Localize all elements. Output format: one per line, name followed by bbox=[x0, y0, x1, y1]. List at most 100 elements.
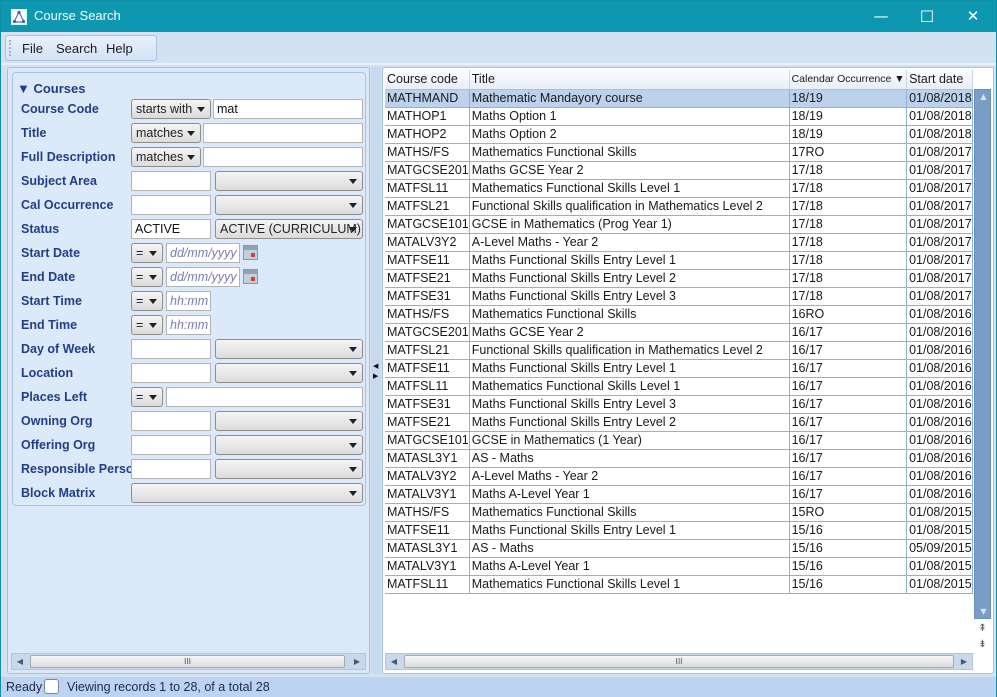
offering-org-select[interactable] bbox=[215, 435, 363, 455]
table-row[interactable]: MATGCSE101 GCSE in Mathematics (1 Year) 16… bbox=[385, 431, 973, 450]
table-row[interactable]: MATFSL11 Mathematics Functional Skills Le… bbox=[385, 377, 973, 396]
column-header-calendar-occurrence[interactable]: Calendar Occurrence ▼ bbox=[789, 70, 908, 90]
offering-org-code-input[interactable] bbox=[131, 435, 211, 455]
table-row[interactable]: MATGCSE201 Maths GCSE Year 2 17/18 01/08/20… bbox=[385, 161, 973, 180]
menu-file[interactable]: File bbox=[22, 41, 43, 56]
close-button[interactable]: ✕ bbox=[950, 1, 996, 32]
maximize-button[interactable]: ☐ bbox=[904, 1, 950, 32]
table-row[interactable]: MATFSE11 Maths Functional Skills Entry Le… bbox=[385, 251, 973, 270]
table-row[interactable]: MATHS/FS Mathematics Functional Skills 17R… bbox=[385, 143, 973, 162]
table-row[interactable]: MATALV3Y1 Maths A-Level Year 1 16/17 01/08/… bbox=[385, 485, 973, 504]
results-horizontal-scrollbar[interactable]: ◀ III ▶ bbox=[385, 653, 973, 670]
title-label: Title bbox=[21, 126, 47, 140]
places-left-input[interactable] bbox=[166, 387, 363, 407]
calendar-icon[interactable] bbox=[243, 245, 258, 260]
full-description-input[interactable] bbox=[203, 147, 363, 167]
location-select[interactable] bbox=[215, 363, 363, 383]
cell-title: Mathematics Functional Skills Level 1 bbox=[469, 179, 790, 198]
table-row[interactable]: MATFSE21 Maths Functional Skills Entry Le… bbox=[385, 413, 973, 432]
cell-course-code: MATFSE31 bbox=[385, 395, 470, 414]
course-code-operator-select[interactable]: starts with bbox=[131, 99, 211, 119]
start-date-operator-select[interactable]: = bbox=[131, 243, 163, 263]
scroll-down-icon[interactable]: ▼ bbox=[975, 607, 992, 616]
title-bar: Course Search — ☐ ✕ bbox=[1, 1, 996, 32]
scrollbar-thumb[interactable]: III bbox=[30, 655, 345, 668]
end-time-operator-select[interactable]: = bbox=[131, 315, 163, 335]
location-code-input[interactable] bbox=[131, 363, 211, 383]
day-of-week-code-input[interactable] bbox=[131, 339, 211, 359]
scrollbar-thumb[interactable]: III bbox=[404, 655, 954, 668]
places-left-operator-select[interactable]: = bbox=[131, 387, 163, 407]
scroll-right-icon[interactable]: ▶ bbox=[956, 654, 972, 669]
courses-group-toggle[interactable]: ▼ Courses bbox=[17, 81, 86, 96]
results-vertical-scrollbar[interactable]: ▲ ▼ ⇞ ⇟ bbox=[974, 70, 991, 654]
day-of-week-select[interactable] bbox=[215, 339, 363, 359]
table-row[interactable]: MATGCSE201 Maths GCSE Year 2 16/17 01/08/20… bbox=[385, 323, 973, 342]
expand-right-icon[interactable]: ▶ bbox=[373, 372, 378, 380]
title-input[interactable] bbox=[203, 123, 363, 143]
scroll-left-icon[interactable]: ◀ bbox=[386, 654, 402, 669]
calendar-icon[interactable] bbox=[243, 269, 258, 284]
responsible-person-code-input[interactable] bbox=[131, 459, 211, 479]
table-row[interactable]: MATALV3Y2 A-Level Maths - Year 2 16/17 01/0… bbox=[385, 467, 973, 486]
column-header-title[interactable]: Title bbox=[469, 70, 790, 90]
table-row[interactable]: MATASL3Y1 AS - Maths 15/16 05/09/2015 bbox=[385, 539, 973, 558]
end-date-operator-select[interactable]: = bbox=[131, 267, 163, 287]
title-operator-select[interactable]: matches bbox=[131, 123, 201, 143]
table-row[interactable]: MATHOP1 Maths Option 1 18/19 01/08/2018 bbox=[385, 107, 973, 126]
table-row[interactable]: MATHOP2 Maths Option 2 18/19 01/08/2018 bbox=[385, 125, 973, 144]
panel-splitter[interactable]: ◀ ▶ bbox=[371, 67, 381, 674]
search-panel-horizontal-scrollbar[interactable]: ◀ III ▶ bbox=[11, 653, 366, 670]
column-header-start-date[interactable]: Start date bbox=[906, 70, 973, 90]
subject-area-select[interactable] bbox=[215, 171, 363, 191]
table-row[interactable]: MATFSE11 Maths Functional Skills Entry Le… bbox=[385, 521, 973, 540]
scroll-right-icon[interactable]: ▶ bbox=[349, 654, 365, 669]
table-row[interactable]: MATFSL21 Functional Skills qualification … bbox=[385, 197, 973, 216]
table-row[interactable]: MATFSL11 Mathematics Functional Skills Le… bbox=[385, 179, 973, 198]
start-time-placeholder: hh:mm bbox=[170, 294, 209, 308]
table-row[interactable]: MATFSE31 Maths Functional Skills Entry Le… bbox=[385, 395, 973, 414]
course-code-input[interactable]: mat bbox=[213, 99, 363, 119]
table-row[interactable]: MATASL3Y1 AS - Maths 16/17 01/08/2016 bbox=[385, 449, 973, 468]
table-row[interactable]: MATFSL11 Mathematics Functional Skills Le… bbox=[385, 575, 973, 594]
table-row[interactable]: MATFSL21 Functional Skills qualification … bbox=[385, 341, 973, 360]
table-row[interactable]: MATHMAND Mathematic Mandayory course 18/19… bbox=[385, 89, 973, 108]
column-header-course-code[interactable]: Course code bbox=[385, 70, 470, 90]
cal-occurrence-code-input[interactable] bbox=[131, 195, 211, 215]
table-row[interactable]: MATFSE31 Maths Functional Skills Entry Le… bbox=[385, 287, 973, 306]
filter-places-left: Places Left = bbox=[13, 387, 367, 409]
menu-help[interactable]: Help bbox=[106, 41, 133, 56]
start-date-input[interactable]: dd/mm/yyyy bbox=[166, 243, 240, 263]
responsible-person-select[interactable] bbox=[215, 459, 363, 479]
scroll-to-top-icon[interactable]: ⇞ bbox=[974, 622, 991, 636]
subject-area-code-input[interactable] bbox=[131, 171, 211, 191]
cell-calendar-occurrence: 16/17 bbox=[789, 467, 908, 486]
table-row[interactable]: MATHS/FS Mathematics Functional Skills 16R… bbox=[385, 305, 973, 324]
table-row[interactable]: MATFSE21 Maths Functional Skills Entry Le… bbox=[385, 269, 973, 288]
toolbar-grip[interactable] bbox=[9, 40, 11, 56]
table-row[interactable]: MATHS/FS Mathematics Functional Skills 15R… bbox=[385, 503, 973, 522]
scroll-to-bottom-icon[interactable]: ⇟ bbox=[974, 638, 991, 652]
table-row[interactable]: MATALV3Y1 Maths A-Level Year 1 15/16 01/08/… bbox=[385, 557, 973, 576]
status-checkbox[interactable] bbox=[44, 679, 59, 694]
menu-search[interactable]: Search bbox=[56, 41, 97, 56]
scroll-up-icon[interactable]: ▲ bbox=[975, 92, 992, 101]
cal-occurrence-select[interactable] bbox=[215, 195, 363, 215]
end-time-input[interactable]: hh:mm bbox=[166, 315, 211, 335]
start-time-operator-select[interactable]: = bbox=[131, 291, 163, 311]
full-description-operator-select[interactable]: matches bbox=[131, 147, 201, 167]
block-matrix-select[interactable] bbox=[131, 483, 363, 503]
minimize-button[interactable]: — bbox=[858, 1, 904, 32]
collapse-left-icon[interactable]: ◀ bbox=[373, 362, 378, 370]
status-code-input[interactable]: ACTIVE bbox=[131, 219, 211, 239]
scroll-left-icon[interactable]: ◀ bbox=[12, 654, 28, 669]
table-row[interactable]: MATGCSE101 GCSE in Mathematics (Prog Year… bbox=[385, 215, 973, 234]
start-time-input[interactable]: hh:mm bbox=[166, 291, 211, 311]
owning-org-code-input[interactable] bbox=[131, 411, 211, 431]
owning-org-select[interactable] bbox=[215, 411, 363, 431]
scrollbar-thumb[interactable]: ▲ ▼ bbox=[974, 89, 991, 619]
table-row[interactable]: MATALV3Y2 A-Level Maths - Year 2 17/18 01/0… bbox=[385, 233, 973, 252]
table-row[interactable]: MATFSE11 Maths Functional Skills Entry Le… bbox=[385, 359, 973, 378]
end-date-input[interactable]: dd/mm/yyyy bbox=[166, 267, 240, 287]
status-select[interactable]: ACTIVE (CURRICULUM) bbox=[215, 219, 363, 239]
